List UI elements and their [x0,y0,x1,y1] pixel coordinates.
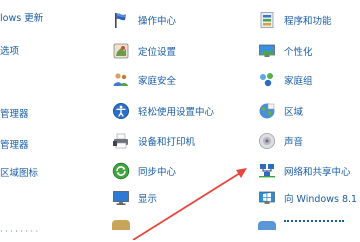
location-icon [112,42,130,60]
homegroup-icon [258,71,276,89]
right-item-label: 声音 [284,137,304,148]
middle-item-location-settings[interactable]: 定位设置 [112,40,176,62]
sound-icon [258,132,276,150]
right-item-label: 向 Windows 8.1 添 [284,194,360,205]
right-item-personalization[interactable]: 个性化 [258,40,313,62]
display-icon [112,189,130,207]
middle-item-family-safety[interactable]: 家庭安全 [112,69,176,91]
left-item-manager-1[interactable]: 管理器 [0,102,29,124]
partial-icon-right [258,221,276,230]
right-item-label: 家庭组 [284,76,313,87]
left-item-label: 选项 [0,46,20,57]
partial-icon-middle [112,220,130,230]
right-item-sound[interactable]: 声音 [258,130,303,152]
family-safety-icon [112,71,130,89]
right-item-homegroup[interactable]: 家庭组 [258,69,313,91]
cut-off-row [0,216,360,240]
middle-item-label: 设备和打印机 [138,137,196,148]
left-item-label: 管理器 [0,140,29,151]
left-item-label: 区域图标 [0,168,39,179]
middle-item-label: 定位设置 [138,47,177,58]
right-item-label: 个性化 [284,47,313,58]
ease-of-access-icon [112,102,130,120]
left-item-label: 管理器 [0,109,29,120]
middle-item-label: 轻松使用设置中心 [138,107,215,118]
left-item-region-icons[interactable]: 区域图标 [0,161,38,183]
middle-item-devices-printers[interactable]: 设备和打印机 [112,130,195,152]
programs-icon [258,11,276,29]
partial-label-right [284,220,344,226]
right-item-label: 网络和共享中心 [284,167,351,178]
windows-upgrade-icon [258,189,276,207]
middle-item-display[interactable]: 显示 [112,187,157,209]
right-item-label: 程序和功能 [284,16,332,27]
middle-item-ease-of-access[interactable]: 轻松使用设置中心 [112,100,214,122]
region-icon [258,102,276,120]
middle-item-action-center[interactable]: 操作中心 [112,9,176,31]
middle-item-label: 家庭安全 [138,76,177,87]
printer-icon [112,132,130,150]
left-item-manager-2[interactable]: 管理器 [0,133,29,155]
middle-item-label: 操作中心 [138,16,177,27]
left-item-options[interactable]: 选项 [0,39,19,61]
middle-item-label: 显示 [138,194,158,205]
left-item-label: lows 更新 [0,13,44,24]
right-item-programs-features[interactable]: 程序和功能 [258,9,332,31]
right-item-network-sharing[interactable]: 网络和共享中心 [258,160,351,182]
personalization-icon [258,42,276,60]
middle-item-label: 同步中心 [138,167,177,178]
left-item-windows-update[interactable]: lows 更新 [0,6,43,28]
right-item-region[interactable]: 区域 [258,100,303,122]
flag-icon [112,11,130,29]
network-icon [258,162,276,180]
middle-item-sync-center[interactable]: 同步中心 [112,160,176,182]
right-item-label: 区域 [284,107,304,118]
sync-icon [112,162,130,180]
right-item-windows-upgrade[interactable]: 向 Windows 8.1 添 [258,187,360,209]
